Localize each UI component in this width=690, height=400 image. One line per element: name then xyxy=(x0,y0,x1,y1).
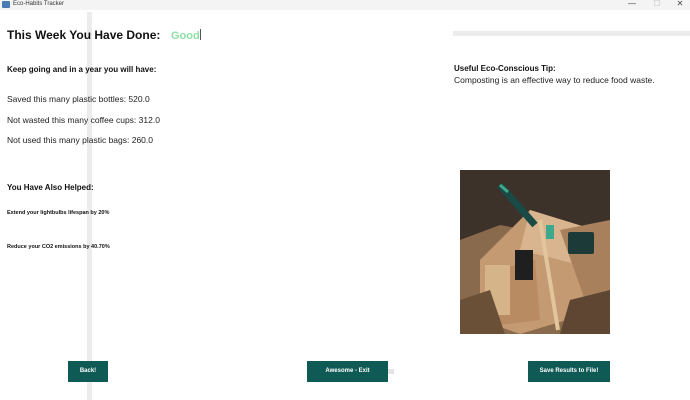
window-title: Eco-Habits Tracker xyxy=(13,1,65,7)
stat-plastic-bottles: Saved this many plastic bottles: 520.0 xyxy=(7,94,150,104)
text-caret xyxy=(199,29,201,40)
window-title-bar: Eco-Habits Tracker — ☐ ✕ xyxy=(0,0,690,10)
tip-title: Useful Eco-Conscious Tip: xyxy=(454,64,556,73)
horizontal-divider xyxy=(453,31,690,36)
exit-button[interactable]: Awesome - Exit xyxy=(307,361,388,382)
helped-lightbulbs: Extend your lightbulbs lifespan by 20% xyxy=(7,210,110,216)
maximize-icon[interactable]: ☐ xyxy=(645,0,669,9)
minimize-icon[interactable]: — xyxy=(620,0,644,9)
back-button[interactable]: Back! xyxy=(68,361,108,382)
status-field[interactable]: Good xyxy=(171,29,201,42)
stat-plastic-bags: Not used this many plastic bags: 260.0 xyxy=(7,135,153,145)
helped-heading: You Have Also Helped: xyxy=(7,183,94,192)
save-results-button[interactable]: Save Results to File! xyxy=(528,361,610,382)
eco-products-photo xyxy=(460,170,610,334)
close-icon[interactable]: ✕ xyxy=(668,0,690,9)
page-title: This Week You Have Done: xyxy=(7,28,161,42)
photo-illustration xyxy=(460,170,610,334)
tip-text: Composting is an effective way to reduce… xyxy=(454,75,655,85)
stat-coffee-cups: Not wasted this many coffee cups: 312.0 xyxy=(7,115,160,125)
app-icon xyxy=(2,1,10,8)
button-shadow xyxy=(388,369,394,374)
status-value: Good xyxy=(171,30,200,42)
main-panel: This Week You Have Done: Good Keep going… xyxy=(0,10,690,400)
helped-co2: Reduce your CO2 emissions by 40.70% xyxy=(7,244,110,250)
projection-heading: Keep going and in a year you will have: xyxy=(7,65,157,74)
